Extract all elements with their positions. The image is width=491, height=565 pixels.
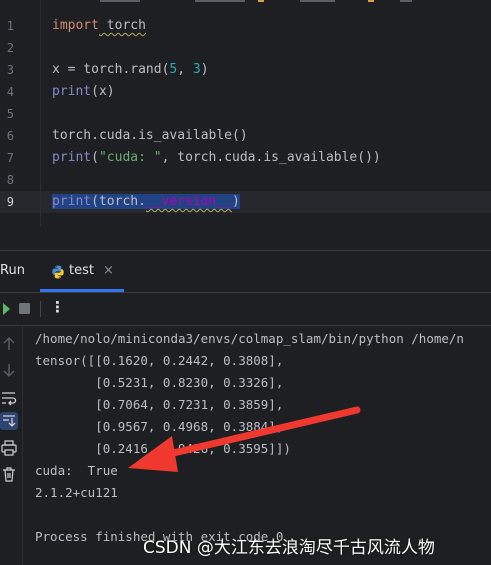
code-text: (torch. (91, 194, 146, 209)
scroll-down-icon[interactable] (0, 361, 18, 379)
console-line: [0.9567, 0.4968, 0.3884], (35, 419, 284, 434)
run-toolbar: ⋮ (0, 293, 491, 326)
console-line: [0.5231, 0.8230, 0.3326], (35, 375, 284, 390)
code-line-6[interactable]: torch.cuda.is_available() (52, 125, 248, 147)
toolbar-divider (40, 301, 41, 317)
tab-label: test (69, 263, 94, 278)
builtin-print: print (52, 194, 92, 209)
keyword-import: import (52, 18, 99, 33)
stop-icon[interactable] (16, 299, 36, 319)
run-tool-window: Run test × ⋮ /home/nolo/miniconda3/envs/… (0, 250, 491, 565)
line-number: 6 (6, 129, 14, 143)
watermark-text: CSDN @大江东去浪淘尽千古风流人物 (143, 538, 435, 558)
run-window-title: Run (0, 263, 25, 278)
active-tab-indicator (40, 289, 124, 292)
version-attribute: __version__ (145, 194, 233, 209)
code-text: , (177, 62, 193, 77)
console-line: /home/nolo/miniconda3/envs/colmap_slam/b… (35, 331, 464, 346)
code-line-9[interactable]: print(torch.__version__) (52, 191, 240, 213)
editor-top-strip (40, 0, 491, 5)
scroll-up-icon[interactable] (0, 335, 18, 353)
line-number: 2 (6, 41, 14, 55)
line-number: 3 (6, 63, 14, 77)
line-number: 1 (6, 19, 14, 33)
code-line-1[interactable]: import torch (52, 15, 146, 37)
console-line: [0.7064, 0.7231, 0.3859], (35, 397, 284, 412)
code-text: , torch.cuda.is_available()) (161, 150, 381, 165)
code-line-4[interactable]: print(x) (52, 81, 115, 103)
builtin-print: print (52, 150, 92, 165)
module-name: torch (98, 18, 146, 33)
close-icon[interactable]: × (103, 263, 114, 278)
line-number: 4 (6, 85, 14, 99)
soft-wrap-icon[interactable] (0, 389, 18, 407)
line-number: 8 (6, 173, 14, 187)
line-number-current: 9 (6, 195, 14, 209)
line-number: 5 (6, 107, 14, 121)
console-line: 2.1.2+cu121 (35, 485, 118, 500)
console-side-toolbar (0, 326, 22, 565)
trash-icon[interactable] (0, 465, 18, 483)
code-text: ) (200, 62, 209, 77)
console-line: cuda: True (35, 463, 118, 478)
code-text: ( (91, 150, 99, 165)
gutter-divider (40, 0, 41, 226)
code-text: x = torch.rand( (52, 62, 170, 77)
code-line-3[interactable]: x = torch.rand(5, 3) (52, 59, 209, 81)
print-icon[interactable] (0, 439, 18, 457)
code-text: torch.cuda.is_available() (52, 128, 248, 143)
line-number-gutter[interactable]: 1 2 3 4 5 6 7 8 9 (0, 0, 40, 226)
code-line-7[interactable]: print("cuda: ", torch.cuda.is_available(… (52, 147, 381, 169)
string-literal: "cuda: " (98, 150, 162, 165)
tool-window-tab-bar: Run test × (0, 251, 491, 293)
builtin-print: print (52, 84, 92, 99)
scroll-to-end-icon[interactable] (0, 412, 18, 430)
console-output[interactable]: /home/nolo/miniconda3/envs/colmap_slam/b… (35, 328, 491, 565)
line-number: 7 (6, 151, 14, 165)
number-literal: 3 (192, 62, 201, 77)
sidebar-divider (22, 326, 23, 565)
code-text: (x) (91, 84, 115, 99)
console-line: tensor([[0.1620, 0.2442, 0.3808], (35, 353, 284, 368)
code-text: ) (232, 194, 240, 209)
more-options-icon[interactable]: ⋮ (50, 298, 65, 316)
code-editor[interactable]: 1 2 3 4 5 6 7 8 9 import torch x = torch… (0, 0, 491, 226)
console-line: [0.2416, 0.9426, 0.3595]]) (35, 441, 291, 456)
python-icon (52, 265, 64, 279)
selected-code: print(torch.__version__) (52, 194, 240, 209)
